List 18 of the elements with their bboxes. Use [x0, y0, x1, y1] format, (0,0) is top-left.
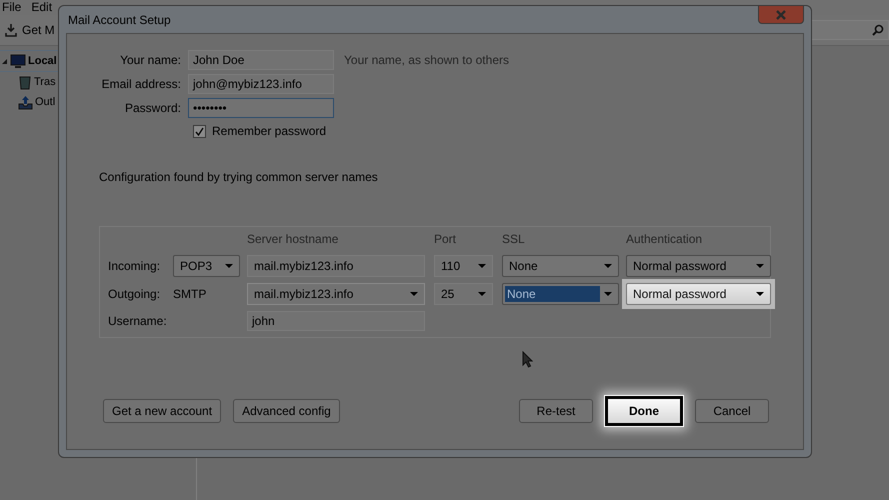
row-label: Outgoing: [108, 287, 162, 301]
column-header: SSL [502, 232, 526, 246]
window-title: Mail Account Setup [67, 12, 171, 26]
folder-label: Tras [34, 76, 56, 88]
field-label: Email address: [100, 77, 181, 91]
folder-label: Local [28, 55, 57, 67]
column-header: Server hostname [247, 232, 340, 246]
row-label: Username: [108, 314, 168, 328]
field-label: Your name: [119, 53, 181, 67]
hint-text: Your name, as shown to others [343, 53, 510, 67]
row-label: Incoming: [108, 259, 162, 273]
status-text: Configuration found by trying common server names [99, 170, 379, 184]
folder-label: Outl [35, 96, 56, 108]
checkbox-label: Remember password [212, 124, 326, 138]
column-header: Authentication [626, 232, 704, 246]
protocol-text: SMTP [173, 287, 208, 301]
column-header: Port [434, 232, 458, 246]
field-label: Password: [124, 101, 181, 115]
